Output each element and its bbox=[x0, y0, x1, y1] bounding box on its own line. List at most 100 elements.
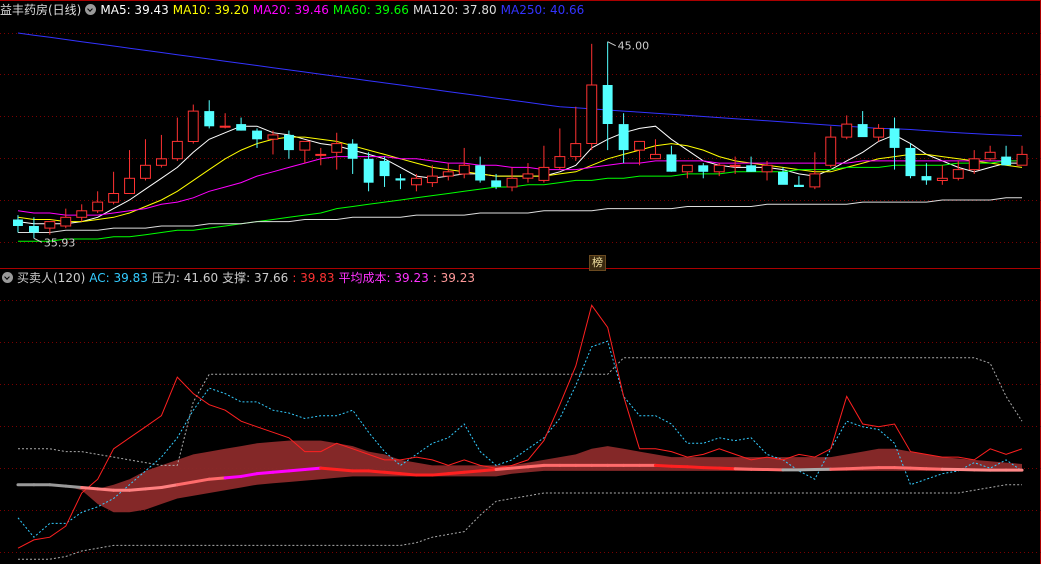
avg-cost-segment bbox=[319, 466, 339, 472]
candle bbox=[522, 163, 534, 183]
price-legend: 益丰药房(日线) MA5: 39.43 MA10: 39.20 MA20: 39.46… bbox=[0, 1, 588, 19]
candle bbox=[746, 156, 757, 172]
candle bbox=[602, 41, 613, 151]
avg-cost-segment bbox=[446, 470, 466, 476]
ma5-line bbox=[17, 125, 1022, 225]
candle bbox=[841, 115, 853, 140]
candle bbox=[267, 130, 279, 155]
candle-body-up bbox=[650, 153, 661, 160]
ma120-label: MA120: 37.80 bbox=[412, 3, 497, 17]
avg-cost-segment bbox=[367, 469, 387, 474]
candle bbox=[76, 204, 88, 222]
candle-body-down bbox=[13, 219, 23, 226]
avg-cost-segment bbox=[510, 465, 530, 470]
candle bbox=[92, 191, 104, 213]
candle bbox=[442, 163, 454, 181]
avg-cost-segment bbox=[526, 463, 546, 469]
candle bbox=[60, 208, 72, 229]
candle-body-down bbox=[666, 154, 677, 172]
event-marker-tag[interactable]: 榜 bbox=[589, 255, 606, 271]
candle bbox=[634, 140, 645, 166]
candle bbox=[1001, 145, 1012, 166]
candle-body-down bbox=[395, 178, 406, 181]
candle-body-up bbox=[761, 164, 773, 173]
candle-body-up bbox=[187, 110, 199, 142]
candle bbox=[124, 150, 135, 195]
candle bbox=[889, 117, 900, 170]
avg-cost-segment bbox=[893, 466, 912, 470]
candle-body-up bbox=[634, 140, 645, 151]
candle-body-up bbox=[124, 177, 135, 195]
candle-body-up bbox=[426, 175, 438, 184]
candle-body-up bbox=[713, 164, 725, 173]
avg-cost-segment bbox=[398, 472, 418, 477]
chevron-down-icon[interactable] bbox=[2, 272, 13, 283]
avg-cost-segment bbox=[223, 474, 243, 480]
avg-cost-segment bbox=[653, 463, 673, 468]
avg-cost-segment bbox=[303, 466, 323, 472]
avg-cost-segment bbox=[430, 472, 450, 477]
support-label: 支撑: 37.66 bbox=[222, 271, 289, 285]
high-pointer bbox=[607, 41, 616, 47]
candle-body-down bbox=[347, 143, 358, 159]
avg-cost-segment bbox=[701, 466, 721, 470]
candle bbox=[475, 156, 486, 183]
chevron-down-icon[interactable] bbox=[85, 4, 97, 15]
candle bbox=[825, 126, 837, 168]
candle-body-up bbox=[92, 201, 104, 212]
candle bbox=[666, 145, 677, 172]
candle bbox=[506, 167, 518, 192]
candle bbox=[347, 139, 358, 174]
stock-name: 益丰药房(日线) bbox=[0, 3, 82, 17]
candle-body-up bbox=[873, 127, 885, 138]
candle-body-down bbox=[236, 124, 247, 131]
candle-body-up bbox=[554, 156, 566, 168]
avg-cost-segment bbox=[96, 487, 116, 492]
candle bbox=[761, 160, 773, 181]
ma10-label: MA10: 39.20 bbox=[172, 3, 249, 17]
candle-body-up bbox=[411, 177, 422, 186]
candle bbox=[219, 113, 231, 129]
candle bbox=[426, 165, 438, 187]
avg-cost-segment bbox=[383, 470, 402, 476]
candle-body-down bbox=[284, 134, 294, 151]
candle-body-down bbox=[905, 147, 916, 177]
candle-body-up bbox=[825, 136, 837, 166]
avg-cost-segment bbox=[462, 469, 482, 474]
candle-body-up bbox=[442, 171, 454, 177]
candle-body-up bbox=[315, 153, 327, 156]
candle-body-up bbox=[984, 151, 996, 160]
candle-body-up bbox=[171, 140, 183, 160]
candle bbox=[921, 163, 932, 185]
candle-body-down bbox=[778, 171, 788, 185]
low-pointer bbox=[33, 237, 43, 243]
candle bbox=[857, 111, 868, 138]
price-pane bbox=[13, 32, 1028, 243]
ma250-label: MA250: 40.66 bbox=[500, 3, 585, 17]
candle bbox=[794, 176, 804, 187]
candle-body-up bbox=[458, 164, 470, 175]
candle-body-up bbox=[140, 164, 151, 179]
candle bbox=[379, 156, 390, 187]
candle-body-up bbox=[1016, 153, 1028, 166]
candle bbox=[570, 106, 582, 161]
candle-body-up bbox=[968, 158, 980, 171]
candle-body-up bbox=[809, 173, 821, 188]
candle bbox=[554, 128, 566, 170]
candle-body-up bbox=[156, 158, 167, 166]
candle bbox=[204, 100, 215, 129]
avg-cost-value-label: : 39.23 bbox=[432, 271, 475, 285]
candle bbox=[586, 43, 598, 151]
avg-cost-label: 平均成本: 39.23 bbox=[338, 271, 429, 285]
candle-body-up bbox=[841, 123, 853, 138]
candle bbox=[984, 145, 996, 161]
indicator-name: 买卖人(120) bbox=[17, 271, 86, 285]
indicator-legend: 买卖人(120) AC: 39.83 压力: 41.60 支撑: 37.66: 39.… bbox=[0, 269, 479, 287]
candle-body-up bbox=[108, 193, 120, 203]
candle-body-up bbox=[76, 210, 88, 218]
ma250-line bbox=[17, 32, 1023, 137]
low-price-label: 35.93 bbox=[44, 236, 76, 249]
candle-body-down bbox=[794, 184, 804, 187]
high-price-label: 45.00 bbox=[618, 40, 650, 53]
ma60-label: MA60: 39.66 bbox=[332, 3, 409, 17]
